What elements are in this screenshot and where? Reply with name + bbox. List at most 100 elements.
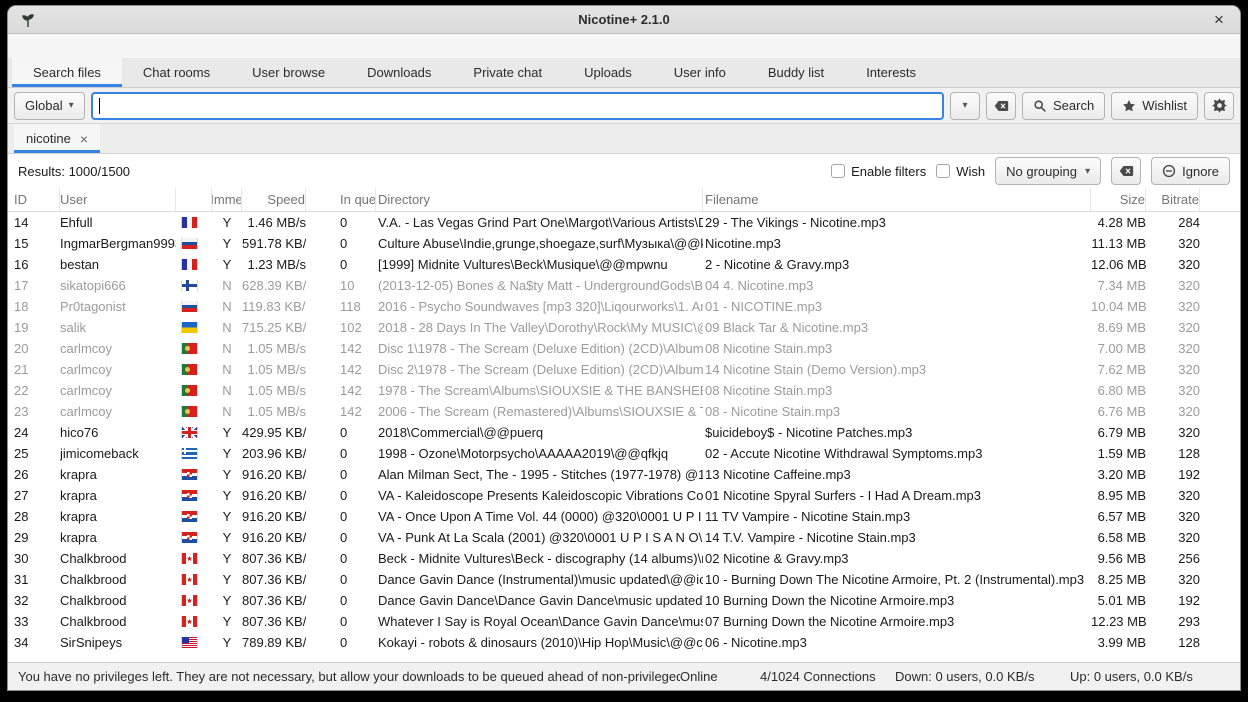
search-button-label: Search	[1053, 98, 1094, 113]
cell-user: krapra	[60, 488, 176, 503]
table-row[interactable]: 32 Chalkbrood Y 807.36 KB/s 0 Dance Gavi…	[8, 590, 1240, 611]
main-tab[interactable]: User browse	[231, 58, 346, 87]
header-in-queue[interactable]: In queue	[306, 188, 376, 211]
grouping-dropdown[interactable]: No grouping ▾	[995, 157, 1101, 185]
wish-checkbox[interactable]: Wish	[936, 164, 985, 179]
cell-user: SirSnipeys	[60, 635, 176, 650]
settings-button[interactable]	[1204, 92, 1234, 120]
cell-user: Chalkbrood	[60, 614, 176, 629]
table-row[interactable]: 24 hico76 Y 429.95 KB/s 0 2018\Commercia…	[8, 422, 1240, 443]
table-row[interactable]: 19 salik N 715.25 KB/s 102 2018 - 28 Day…	[8, 317, 1240, 338]
search-button[interactable]: Search	[1022, 92, 1105, 120]
search-scope-dropdown[interactable]: Global ▾	[14, 92, 85, 120]
cell-directory: 2006 - The Scream (Remastered)\Albums\SI…	[376, 404, 703, 419]
wishlist-button[interactable]: Wishlist	[1111, 92, 1198, 120]
cell-bitrate: 128	[1146, 446, 1200, 461]
cell-in-queue: 118	[306, 299, 376, 314]
table-row[interactable]: 31 Chalkbrood Y 807.36 KB/s 0 Dance Gavi…	[8, 569, 1240, 590]
search-input[interactable]	[91, 92, 944, 120]
cell-directory: Alan Milman Sect, The - 1995 - Stitches …	[376, 467, 703, 482]
online-status: Online	[680, 669, 760, 684]
ignore-button[interactable]: Ignore	[1151, 157, 1230, 185]
table-row[interactable]: 17 sikatopi666 N 628.39 KB/s 10 (2013-12…	[8, 275, 1240, 296]
cell-in-queue: 0	[306, 635, 376, 650]
table-row[interactable]: 20 carlmcoy N 1.05 MB/s 142 Disc 1\1978 …	[8, 338, 1240, 359]
search-history-dropdown[interactable]: ▾	[950, 92, 980, 120]
app-window: Nicotine+ 2.1.0 × Search files Chat room…	[8, 6, 1240, 690]
cell-id: 28	[8, 509, 60, 524]
header-immediate[interactable]: Imme	[212, 188, 242, 211]
privileges-message: You have no privileges left. They are no…	[18, 669, 680, 684]
main-tab[interactable]: Buddy list	[747, 58, 845, 87]
header-bitrate[interactable]: Bitrate	[1146, 188, 1200, 211]
cell-speed: 916.20 KB/s	[242, 488, 306, 503]
upload-status: Up: 0 users, 0.0 KB/s	[1070, 669, 1230, 684]
flag-icon	[182, 343, 197, 354]
header-user[interactable]: User	[60, 188, 176, 211]
cell-in-queue: 142	[306, 383, 376, 398]
main-tab[interactable]: Interests	[845, 58, 937, 87]
cell-in-queue: 0	[306, 572, 376, 587]
cell-speed: 628.39 KB/s	[242, 278, 306, 293]
clear-search-button[interactable]	[986, 92, 1016, 120]
search-result-tab[interactable]: nicotine ×	[14, 124, 100, 153]
main-tab[interactable]: Uploads	[563, 58, 653, 87]
table-row[interactable]: 25 jimicomeback Y 203.96 KB/s 0 1998 - O…	[8, 443, 1240, 464]
main-tab[interactable]: Search files	[12, 58, 122, 87]
cell-directory: Dance Gavin Dance (Instrumental)\music u…	[376, 572, 703, 587]
table-row[interactable]: 22 carlmcoy N 1.05 MB/s 142 1978 - The S…	[8, 380, 1240, 401]
main-tab-label: User browse	[252, 65, 325, 80]
cell-directory: [1999] Midnite Vultures\Beck\Musique\@@m…	[376, 257, 703, 272]
flag-icon	[182, 448, 197, 459]
cell-speed: 1.46 MB/s	[242, 215, 306, 230]
enable-filters-checkbox[interactable]: Enable filters	[831, 164, 926, 179]
cell-directory: 1978 - The Scream\Albums\SIOUXSIE & THE …	[376, 383, 703, 398]
flag-icon	[182, 595, 197, 606]
table-row[interactable]: 16 bestan Y 1.23 MB/s 0 [1999] Midnite V…	[8, 254, 1240, 275]
table-row[interactable]: 34 SirSnipeys Y 789.89 KB/s 0 Kokayi - r…	[8, 632, 1240, 653]
header-country[interactable]	[176, 188, 212, 211]
close-icon[interactable]: ×	[80, 131, 88, 147]
cell-bitrate: 256	[1146, 551, 1200, 566]
table-row[interactable]: 23 carlmcoy N 1.05 MB/s 142 2006 - The S…	[8, 401, 1240, 422]
main-tab-label: Search files	[33, 65, 101, 80]
table-row[interactable]: 27 krapra Y 916.20 KB/s 0 VA - Kaleidosc…	[8, 485, 1240, 506]
download-status: Down: 0 users, 0.0 KB/s	[895, 669, 1070, 684]
main-tab[interactable]: Chat rooms	[122, 58, 231, 87]
table-row[interactable]: 30 Chalkbrood Y 807.36 KB/s 0 Beck - Mid…	[8, 548, 1240, 569]
cell-directory: VA - Once Upon A Time Vol. 44 (0000) @32…	[376, 509, 703, 524]
table-row[interactable]: 18 Pr0tagonist N 119.83 KB/s 118 2016 - …	[8, 296, 1240, 317]
cell-country	[176, 259, 212, 270]
main-tab[interactable]: Downloads	[346, 58, 452, 87]
main-tab-label: Private chat	[473, 65, 542, 80]
cell-size: 12.23 MB	[1091, 614, 1146, 629]
table-row[interactable]: 15 IngmarBergman9993 Y 591.78 KB/s 0 Cul…	[8, 233, 1240, 254]
cell-id: 23	[8, 404, 60, 419]
checkbox-icon	[831, 164, 845, 178]
cell-user: carlmcoy	[60, 362, 176, 377]
header-filename[interactable]: Filename	[703, 188, 1091, 211]
table-row[interactable]: 28 krapra Y 916.20 KB/s 0 VA - Once Upon…	[8, 506, 1240, 527]
header-directory[interactable]: Directory	[376, 188, 703, 211]
flag-icon	[182, 637, 197, 648]
cell-size: 6.80 MB	[1091, 383, 1146, 398]
cell-id: 19	[8, 320, 60, 335]
cell-directory: Beck - Midnite Vultures\Beck - discograp…	[376, 551, 703, 566]
cell-immediate: Y	[212, 215, 242, 230]
window-close-button[interactable]: ×	[1206, 6, 1232, 34]
table-row[interactable]: 21 carlmcoy N 1.05 MB/s 142 Disc 2\1978 …	[8, 359, 1240, 380]
header-size[interactable]: Size	[1091, 188, 1146, 211]
main-tab[interactable]: Private chat	[452, 58, 563, 87]
cell-country	[176, 406, 212, 417]
cell-country	[176, 532, 212, 543]
table-row[interactable]: 26 krapra Y 916.20 KB/s 0 Alan Milman Se…	[8, 464, 1240, 485]
clear-results-button[interactable]	[1111, 157, 1141, 185]
table-row[interactable]: 33 Chalkbrood Y 807.36 KB/s 0 Whatever I…	[8, 611, 1240, 632]
main-tab[interactable]: User info	[653, 58, 747, 87]
table-row[interactable]: 14 Ehfull Y 1.46 MB/s 0 V.A. - Las Vegas…	[8, 212, 1240, 233]
header-speed[interactable]: Speed	[242, 188, 306, 211]
table-row[interactable]: 29 krapra Y 916.20 KB/s 0 VA - Punk At L…	[8, 527, 1240, 548]
cell-id: 15	[8, 236, 60, 251]
cell-filename: 08 Nicotine Stain.mp3	[703, 383, 1091, 398]
header-id[interactable]: ID	[8, 188, 60, 211]
